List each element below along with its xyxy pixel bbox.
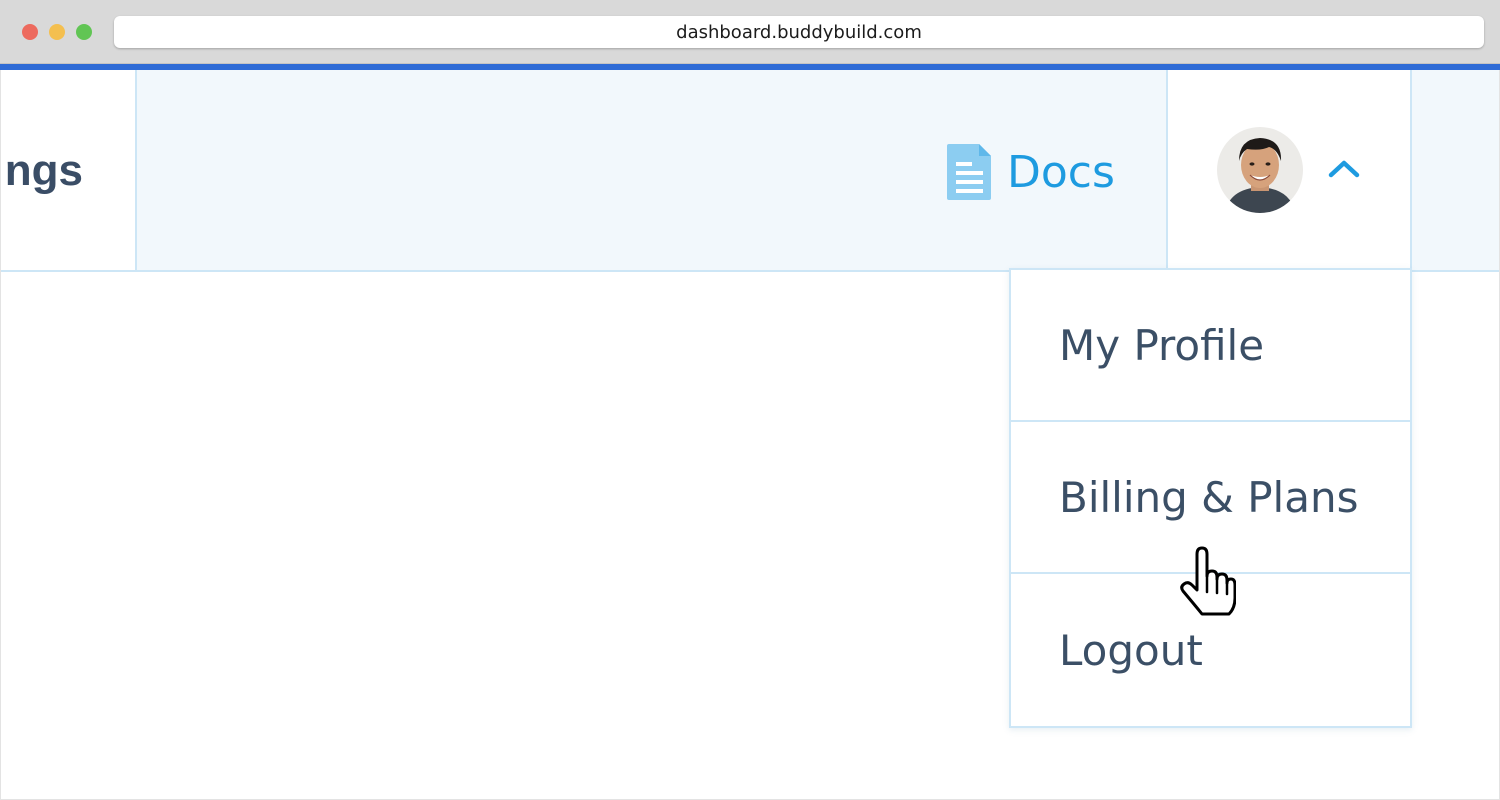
user-dropdown-menu: My Profile Billing & Plans Logout bbox=[1009, 268, 1412, 728]
docs-label: Docs bbox=[1007, 146, 1115, 198]
top-navbar: ngs Docs bbox=[1, 70, 1499, 274]
maximize-window-button[interactable] bbox=[76, 24, 92, 40]
browser-chrome: dashboard.buddybuild.com bbox=[0, 0, 1500, 64]
close-window-button[interactable] bbox=[22, 24, 38, 40]
user-avatar[interactable] bbox=[1217, 127, 1303, 213]
address-bar-url: dashboard.buddybuild.com bbox=[676, 21, 922, 43]
menu-item-billing-plans[interactable]: Billing & Plans bbox=[1011, 422, 1410, 574]
user-menu-toggle[interactable] bbox=[1166, 70, 1412, 274]
chevron-up-icon[interactable] bbox=[1326, 156, 1362, 180]
nav-item-settings[interactable]: ngs bbox=[1, 70, 137, 270]
docs-link[interactable]: Docs bbox=[947, 144, 1115, 200]
nav-item-settings-label: ngs bbox=[4, 146, 83, 195]
minimize-window-button[interactable] bbox=[49, 24, 65, 40]
menu-item-logout[interactable]: Logout bbox=[1011, 574, 1410, 726]
address-bar[interactable]: dashboard.buddybuild.com bbox=[114, 16, 1484, 48]
menu-item-my-profile[interactable]: My Profile bbox=[1011, 270, 1410, 422]
page: ngs Docs My Profile Billing & Plans Logo… bbox=[0, 70, 1500, 800]
document-icon bbox=[947, 144, 991, 200]
